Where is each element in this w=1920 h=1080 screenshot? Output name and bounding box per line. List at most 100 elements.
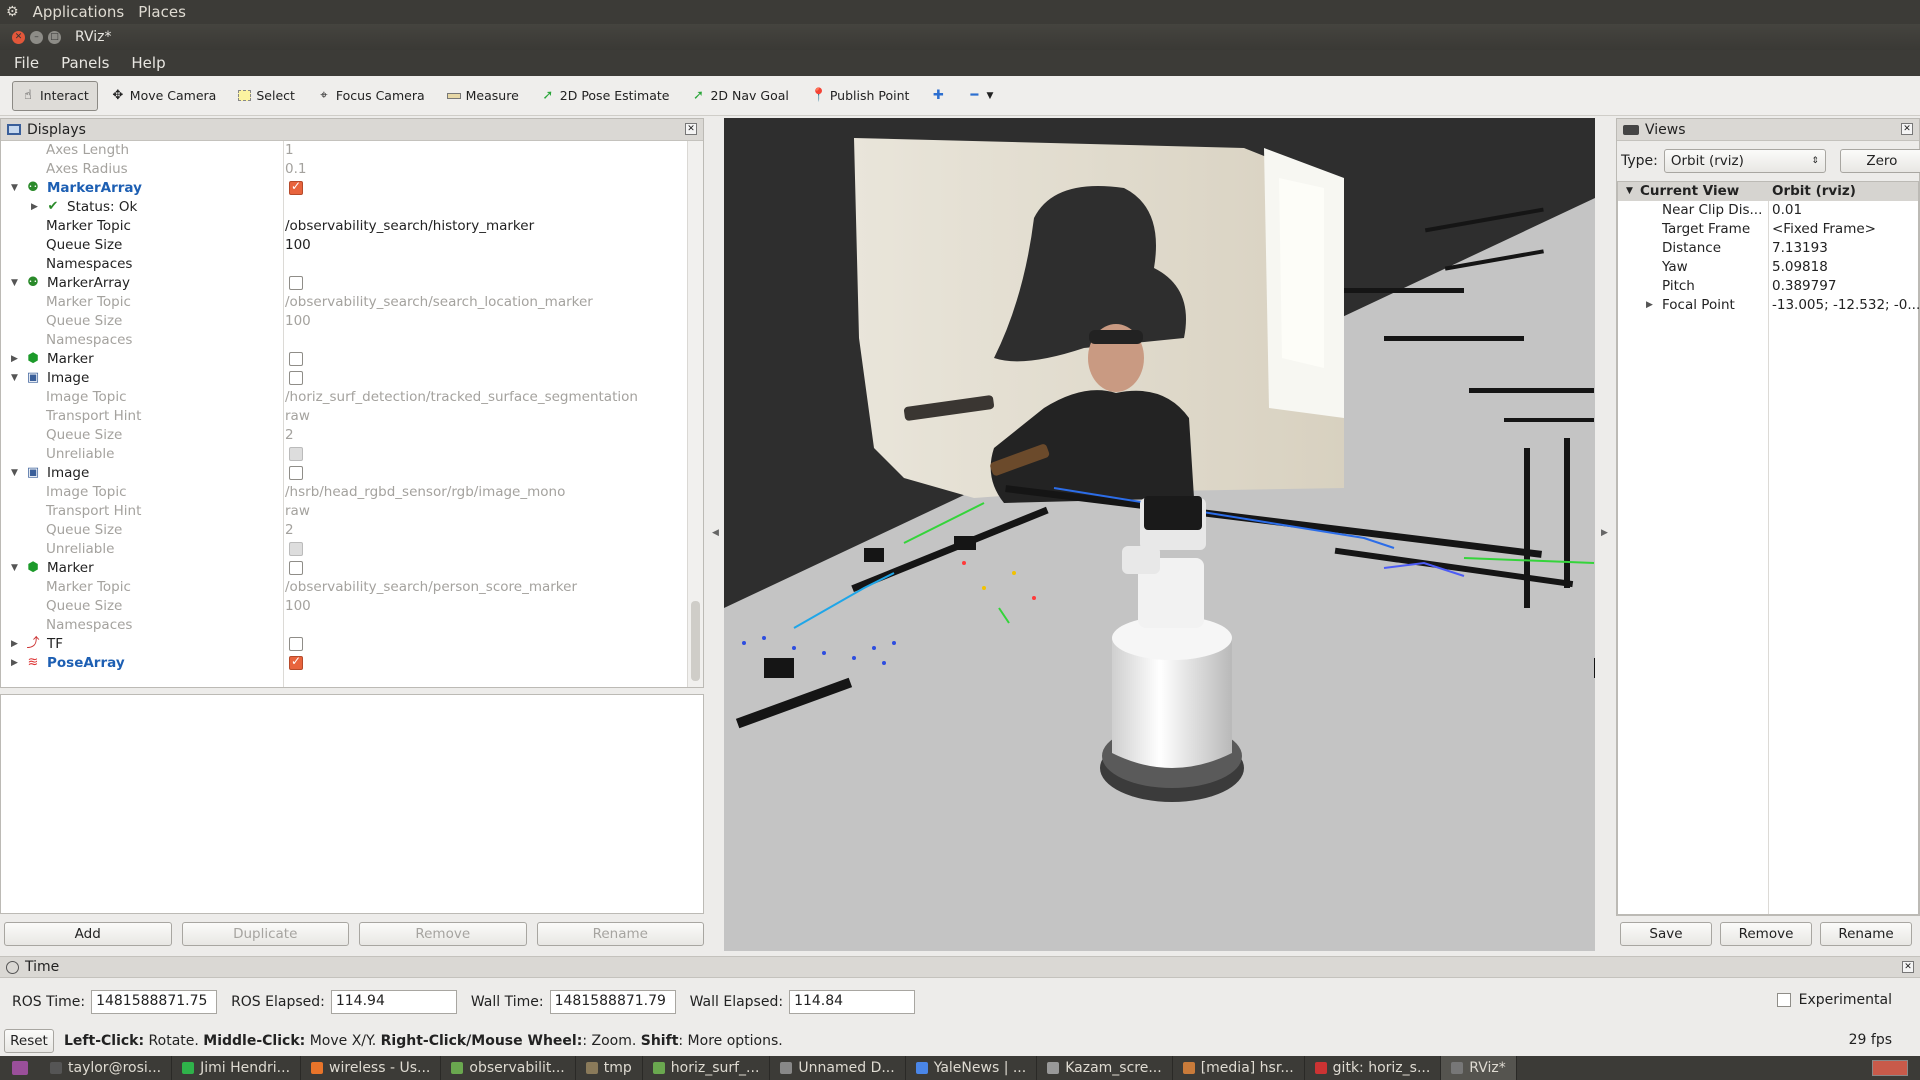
property-value[interactable]: 1 xyxy=(285,142,294,158)
display-property-row[interactable]: Namespaces xyxy=(1,255,687,274)
collapsed-arrow-icon[interactable]: ▶ xyxy=(11,354,18,364)
taskbar-item[interactable]: Kazam_scre... xyxy=(1037,1056,1173,1080)
remove-display-button[interactable]: Remove xyxy=(359,922,527,946)
property-value[interactable]: 2 xyxy=(285,522,294,538)
display-item[interactable]: ▼ ▣ Image xyxy=(1,369,687,388)
display-property-row[interactable]: Marker Topic/observability_search/histor… xyxy=(1,217,687,236)
display-enable-checkbox[interactable] xyxy=(289,371,303,385)
view-property-value[interactable]: 5.09818 xyxy=(1772,259,1828,275)
focus-camera-tool-button[interactable]: ⌖ Focus Camera xyxy=(308,81,434,111)
zero-view-button[interactable]: Zero xyxy=(1839,149,1920,173)
nav-goal-tool-button[interactable]: ➚ 2D Nav Goal xyxy=(682,81,797,111)
rename-view-button[interactable]: Rename xyxy=(1820,922,1912,946)
display-property-row[interactable]: Transport Hint raw xyxy=(1,407,687,426)
3d-render-view[interactable] xyxy=(724,118,1595,951)
taskbar-item[interactable]: tmp xyxy=(576,1056,643,1080)
taskbar-item[interactable]: horiz_surf_... xyxy=(643,1056,771,1080)
display-item[interactable]: ▼ ▣ Image xyxy=(1,464,687,483)
taskbar-item[interactable]: wireless - Us... xyxy=(301,1056,442,1080)
display-item[interactable]: ▶ ⤴ TF xyxy=(1,635,687,654)
view-property-row[interactable]: Target Frame <Fixed Frame> xyxy=(1618,220,1918,239)
view-type-select[interactable]: Orbit (rviz) ⇕ xyxy=(1663,149,1826,173)
view-property-value[interactable]: 0.389797 xyxy=(1772,278,1836,294)
taskbar-item[interactable]: YaleNews | ... xyxy=(906,1056,1038,1080)
expand-arrow-icon[interactable]: ▼ xyxy=(11,563,18,573)
menu-panels[interactable]: Panels xyxy=(61,54,109,72)
view-properties-table[interactable]: ▼ Current View Orbit (rviz) Near Clip Di… xyxy=(1617,181,1920,915)
wall-time-field[interactable]: 1481588871.79 xyxy=(549,990,676,1014)
property-value[interactable]: 100 xyxy=(285,598,311,614)
close-panel-icon[interactable]: ✕ xyxy=(1902,961,1914,973)
property-value[interactable]: /observability_search/person_score_marke… xyxy=(285,579,577,595)
display-item[interactable]: ▼ ⬢ Marker xyxy=(1,559,687,578)
expand-arrow-icon[interactable]: ▼ xyxy=(1626,186,1633,196)
property-value[interactable]: 0.1 xyxy=(285,161,306,177)
collapsed-arrow-icon[interactable]: ▶ xyxy=(31,202,38,212)
view-property-value[interactable]: 7.13193 xyxy=(1772,240,1828,256)
add-tool-button[interactable]: ✚ xyxy=(922,81,954,111)
expand-arrow-icon[interactable]: ▼ xyxy=(11,183,18,193)
wall-elapsed-field[interactable]: 114.84 xyxy=(789,990,916,1014)
close-window-icon[interactable]: ✕ xyxy=(12,30,25,44)
taskbar-item[interactable]: gitk: horiz_s... xyxy=(1305,1056,1442,1080)
move-camera-tool-button[interactable]: ✥ Move Camera xyxy=(102,81,226,111)
property-value[interactable]: 100 xyxy=(285,237,311,253)
property-value[interactable]: 2 xyxy=(285,427,294,443)
view-property-value[interactable]: <Fixed Frame> xyxy=(1772,221,1876,237)
display-property-row[interactable]: Marker Topic/observability_search/search… xyxy=(1,293,687,312)
display-property-row[interactable]: Queue Size 100 xyxy=(1,312,687,331)
display-property-row[interactable]: Queue Size 100 xyxy=(1,597,687,616)
collapse-left-handle-icon[interactable]: ◀ xyxy=(712,528,719,538)
display-property-row[interactable]: Queue Size 2 xyxy=(1,521,687,540)
taskbar-item[interactable]: Unnamed D... xyxy=(770,1056,906,1080)
display-item[interactable]: ▼ ⚉ MarkerArray xyxy=(1,274,687,293)
ros-elapsed-field[interactable]: 114.94 xyxy=(330,990,457,1014)
expand-arrow-icon[interactable]: ▼ xyxy=(11,373,18,383)
duplicate-display-button[interactable]: Duplicate xyxy=(181,922,349,946)
remove-view-button[interactable]: Remove xyxy=(1720,922,1812,946)
display-item[interactable]: ▼ ⚉ MarkerArray xyxy=(1,179,687,198)
display-property-row[interactable]: Axes Radius 0.1 xyxy=(1,160,687,179)
display-property-row[interactable]: ▶ ✔ Status: Ok xyxy=(1,198,687,217)
minimize-window-icon[interactable]: – xyxy=(30,30,43,44)
display-enable-checkbox[interactable] xyxy=(289,352,303,366)
menu-help[interactable]: Help xyxy=(131,54,165,72)
collapsed-arrow-icon[interactable]: ▶ xyxy=(11,639,18,649)
display-property-row[interactable]: Unreliable xyxy=(1,445,687,464)
display-property-row[interactable]: Unreliable xyxy=(1,540,687,559)
view-property-row[interactable]: Distance 7.13193 xyxy=(1618,239,1918,258)
property-value[interactable]: raw xyxy=(285,503,310,519)
close-panel-icon[interactable]: ✕ xyxy=(685,123,697,135)
view-property-row[interactable]: ▶ Focal Point -13.005; -12.532; -0.... xyxy=(1618,296,1920,315)
display-item[interactable]: ▶ ⬢ Marker xyxy=(1,350,687,369)
publish-point-tool-button[interactable]: 📍 Publish Point xyxy=(802,81,919,111)
select-tool-button[interactable]: Select xyxy=(229,81,304,111)
collapsed-arrow-icon[interactable]: ▶ xyxy=(1646,300,1653,310)
display-property-row[interactable]: Queue Size 2 xyxy=(1,426,687,445)
measure-tool-button[interactable]: Measure xyxy=(438,81,528,111)
property-value[interactable]: raw xyxy=(285,408,310,424)
current-view-header[interactable]: ▼ Current View Orbit (rviz) xyxy=(1618,182,1918,201)
property-value[interactable]: /horiz_surf_detection/tracked_surface_se… xyxy=(285,389,638,405)
taskbar-item[interactable]: observabilit... xyxy=(441,1056,576,1080)
taskbar-item[interactable]: [media] hsr... xyxy=(1173,1056,1305,1080)
show-desktop-icon[interactable] xyxy=(12,1061,28,1075)
experimental-toggle[interactable]: Experimental xyxy=(1776,992,1892,1008)
reset-button[interactable]: Reset xyxy=(4,1029,54,1053)
display-property-row[interactable]: Queue Size 100 xyxy=(1,236,687,255)
collapsed-arrow-icon[interactable]: ▶ xyxy=(11,658,18,668)
taskbar-item[interactable]: RViz* xyxy=(1441,1056,1517,1080)
property-value[interactable]: /hsrb/head_rgbd_sensor/rgb/image_mono xyxy=(285,484,565,500)
expand-arrow-icon[interactable]: ▼ xyxy=(11,468,18,478)
ros-time-field[interactable]: 1481588871.75 xyxy=(91,990,218,1014)
display-property-row[interactable]: Axes Length 1 xyxy=(1,141,687,160)
display-property-row[interactable]: Namespaces xyxy=(1,331,687,350)
rename-display-button[interactable]: Rename xyxy=(536,922,704,946)
display-enable-checkbox[interactable] xyxy=(289,637,303,651)
places-menu[interactable]: Places xyxy=(138,3,186,21)
display-enable-checkbox[interactable] xyxy=(289,276,303,290)
ubuntu-logo-icon[interactable]: ⚙ xyxy=(6,4,19,20)
applications-menu[interactable]: Applications xyxy=(33,3,125,21)
view-property-row[interactable]: Pitch 0.389797 xyxy=(1618,277,1918,296)
menu-file[interactable]: File xyxy=(14,54,39,72)
